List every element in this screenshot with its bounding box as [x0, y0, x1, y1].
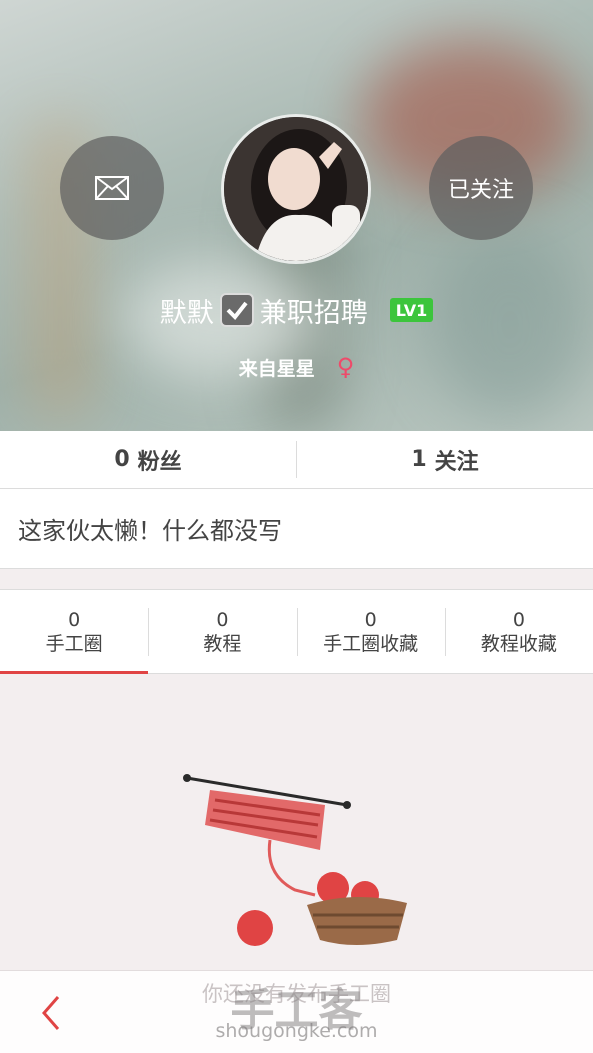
avatar-image: [224, 117, 368, 261]
following-count: 1: [411, 447, 427, 472]
tab-count: 0: [512, 608, 525, 631]
location-row: 来自星星 ♀: [0, 353, 593, 381]
fans-label: 粉丝: [137, 449, 182, 475]
envelope-icon: [95, 176, 129, 200]
message-button[interactable]: [60, 136, 164, 240]
username-row: 默默 兼职招聘 LV1: [0, 288, 593, 332]
tab-handcraft-circle[interactable]: 0 手工圈: [0, 590, 149, 674]
fans-count: 0: [114, 447, 130, 472]
profile-header: 已关注 默默 兼职招聘 LV1 来自星星 ♀: [0, 0, 593, 431]
tab-tutorial-favorites[interactable]: 0 教程收藏: [444, 590, 593, 673]
level-badge: LV1: [389, 298, 434, 322]
tab-label: 教程收藏: [480, 632, 557, 655]
avatar[interactable]: [221, 114, 371, 264]
bio-text: 这家伙太懒！什么都没写: [0, 489, 593, 569]
username-part1: 默默: [159, 297, 214, 329]
knitting-illustration: [183, 774, 407, 946]
following-label: 关注: [434, 449, 479, 475]
follow-button-label: 已关注: [447, 178, 514, 203]
checkbox-checked-icon: [219, 293, 254, 327]
tab-count: 0: [364, 608, 377, 631]
fans-stat[interactable]: 0 粉丝: [0, 431, 296, 488]
username-part2: 兼职招聘: [259, 297, 368, 329]
watermark-url: shougongke.com: [215, 1020, 378, 1042]
tab-count: 0: [68, 608, 81, 631]
tab-label: 手工圈: [45, 632, 103, 655]
tab-circle-favorites[interactable]: 0 手工圈收藏: [296, 590, 445, 673]
stats-bar: 0 粉丝 1 关注: [0, 431, 593, 489]
following-stat[interactable]: 1 关注: [297, 431, 593, 488]
follow-button[interactable]: 已关注: [429, 136, 533, 240]
tab-tutorials[interactable]: 0 教程: [148, 590, 296, 673]
location-text: 来自星星: [238, 357, 315, 380]
content-tabs: 0 手工圈 0 教程 0 手工圈收藏 0 教程收藏: [0, 589, 593, 674]
tab-label: 教程: [203, 632, 242, 655]
tab-label: 手工圈收藏: [323, 632, 419, 655]
tab-count: 0: [216, 608, 229, 631]
female-icon: ♀: [336, 353, 355, 381]
